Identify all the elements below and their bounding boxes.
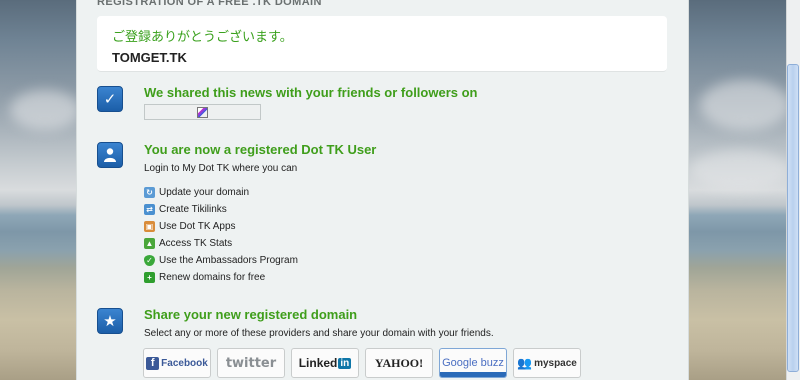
share-section-title: Share your new registered domain [144, 307, 358, 322]
registered-section-title: You are now a registered Dot TK User [144, 142, 377, 157]
cloud-shape [690, 150, 790, 190]
network-icon [197, 107, 208, 118]
linkedin-button[interactable]: Linked in [291, 348, 359, 378]
google-buzz-button[interactable]: Google buzz [439, 348, 507, 378]
provider-label: Linked [298, 356, 338, 370]
feature-ambassadors[interactable]: ✓ Use the Ambassadors Program [144, 252, 298, 269]
checkmark-icon: ✓ [97, 86, 123, 112]
feature-update-domain[interactable]: ↻ Update your domain [144, 184, 298, 201]
registered-domain: TOMGET.TK [112, 50, 187, 65]
plus-icon: + [144, 272, 155, 283]
feature-tk-stats[interactable]: ▲ Access TK Stats [144, 235, 298, 252]
linkedin-in-icon: in [338, 357, 352, 369]
feature-label: Use Dot TK Apps [159, 221, 236, 232]
star-icon: ★ [97, 308, 123, 334]
provider-label: YAHOO! [374, 355, 424, 370]
link-icon: ⇄ [144, 204, 155, 215]
myspace-button[interactable]: 👥 myspace [513, 348, 581, 378]
user-silhouette [104, 148, 116, 162]
update-icon: ↻ [144, 187, 155, 198]
thank-you-message: ご登録ありがとうございます。 [112, 29, 293, 44]
share-providers: f Facebook twitter Linked in YAHOO! Goog… [143, 348, 581, 378]
feature-label: Create Tikilinks [159, 204, 227, 215]
facebook-icon: f [146, 356, 160, 370]
cloud-shape [700, 80, 790, 130]
yahoo-button[interactable]: YAHOO! [365, 348, 433, 378]
provider-label: twitter [225, 355, 277, 371]
feature-label: Renew domains for free [159, 272, 266, 283]
shield-icon: ✓ [144, 255, 155, 266]
feature-list: ↻ Update your domain ⇄ Create Tikilinks … [144, 184, 298, 286]
share-subtitle: Select any or more of these providers an… [144, 328, 494, 339]
feature-renew-domains[interactable]: + Renew domains for free [144, 269, 298, 286]
registration-title: REGISTRATION OF A FREE .TK DOMAIN [97, 0, 322, 8]
stats-icon: ▲ [144, 238, 155, 249]
provider-label: myspace [534, 357, 577, 369]
facebook-button[interactable]: f Facebook [143, 348, 211, 378]
apps-icon: ▣ [144, 221, 155, 232]
shared-section-title: We shared this news with your friends or… [144, 85, 478, 100]
scrollbar-thumb[interactable] [787, 64, 799, 372]
feature-label: Update your domain [159, 187, 250, 198]
feature-label: Use the Ambassadors Program [159, 255, 298, 266]
user-icon [97, 142, 123, 168]
feature-create-tikilinks[interactable]: ⇄ Create Tikilinks [144, 201, 298, 218]
provider-label: Facebook [161, 357, 208, 369]
myspace-icon: 👥 [517, 356, 533, 370]
shared-network-box [144, 104, 261, 120]
provider-label: Google buzz [442, 357, 504, 369]
twitter-button[interactable]: twitter [217, 348, 285, 378]
cloud-shape [10, 90, 80, 130]
registered-subtitle: Login to My Dot TK where you can [144, 163, 298, 174]
feature-label: Access TK Stats [159, 238, 233, 249]
feature-dot-tk-apps[interactable]: ▣ Use Dot TK Apps [144, 218, 298, 235]
